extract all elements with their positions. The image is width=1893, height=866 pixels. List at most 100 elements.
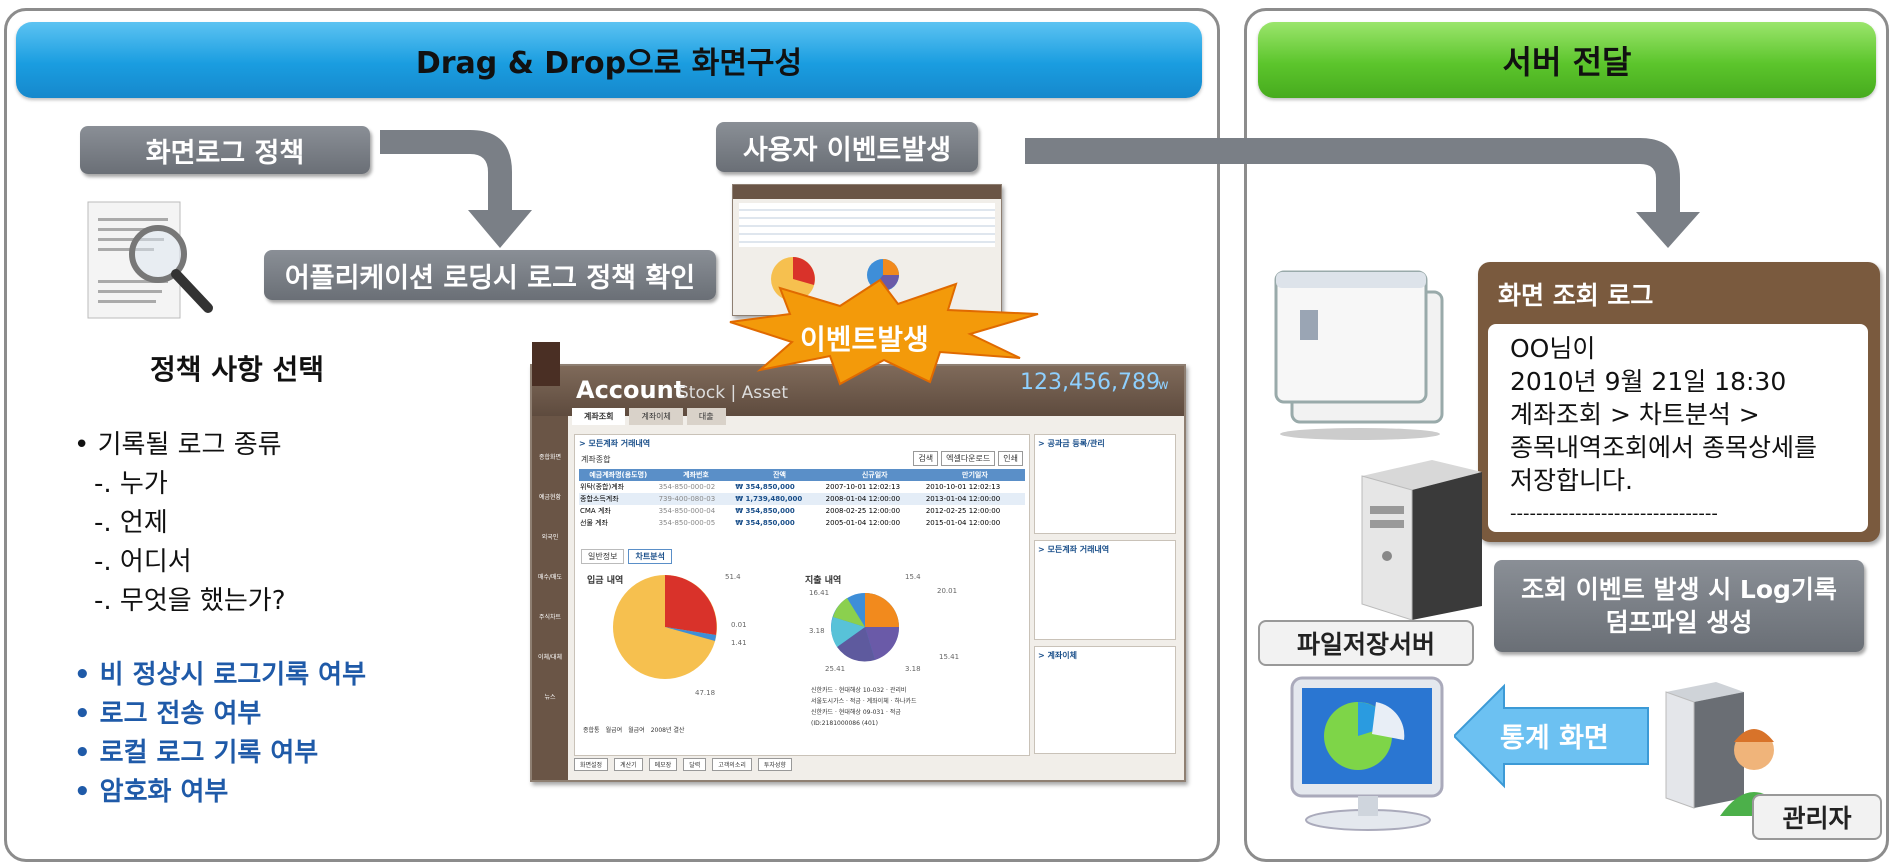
cell: 2013-01-04 12:00:00 (925, 495, 1001, 503)
cell: 선물 계좌 (580, 519, 608, 527)
toolbar-settings-button[interactable]: 화면설정 (574, 758, 609, 771)
cell: ₩ 354,850,000 (735, 519, 795, 527)
bullet-local-log: • 로컬 로그 기록 여부 (74, 738, 319, 768)
table-row[interactable]: 종합소득계좌 739-400-080-03 ₩ 1,739,480,000 2008-… (579, 493, 1025, 505)
section-all-history: > 모든계좌 거래내역 (1034, 540, 1176, 640)
dump-file-text: 조회 이벤트 발생 시 Log기록 덤프파일 생성 (1521, 575, 1837, 637)
toolbar-memo-button[interactable]: 메모장 (648, 758, 678, 771)
log-line: -------------------------------- (1510, 503, 1718, 524)
log-title: 화면 조회 로그 (1498, 281, 1654, 310)
app-loading-policy-box: 어플리케이션 로딩시 로그 정책 확인 (264, 250, 716, 300)
bullet-what: -. 무엇을 했는가? (94, 586, 286, 616)
cell: 2010-10-01 12:02:13 (925, 483, 1001, 491)
side-icon-chart[interactable]: 주식차트 (534, 588, 566, 628)
income-legend-item: 월급여 (628, 727, 645, 734)
print-button[interactable]: 인쇄 (998, 451, 1023, 466)
expense-label-2: 16.41 (809, 589, 829, 597)
log-line: 계좌조회 > 차트분석 > (1510, 400, 1760, 429)
bullet-log-type: • 기록될 로그 종류 (74, 430, 282, 460)
th-balance: 잔액 (773, 471, 786, 479)
tab-loan[interactable]: 대출 (686, 408, 726, 425)
income-label-3: 1.41 (731, 639, 747, 647)
account-window-tab (532, 342, 560, 386)
bullet-encryption: • 암호화 여부 (74, 777, 229, 807)
expense-label-7: 15.41 (939, 653, 959, 661)
th-number: 계좌번호 (683, 471, 709, 479)
stats-label: 통계 화면 (1500, 723, 1609, 754)
expense-label-4: 3.18 (809, 627, 825, 635)
cell: 2007-10-01 12:02:13 (825, 483, 901, 491)
log-content: OO님이 2010년 9월 21일 18:30 계좌조회 > 차트분석 > 종목… (1488, 324, 1868, 532)
toolbar-calculator-button[interactable]: 계산기 (614, 758, 643, 771)
toolbar-feedback-button[interactable]: 고객의소리 (712, 758, 752, 771)
side-icon-main[interactable]: 종합화면 (534, 428, 566, 468)
subtab-chart[interactable]: 차트분석 (628, 549, 672, 564)
subtab-general[interactable]: 일반정보 (581, 549, 625, 564)
toolbar-calendar-button[interactable]: 달력 (683, 758, 707, 771)
account-table: 예금계좌명(용도명) 계좌번호 잔액 신규일자 만기일자 위탁(종합)계좌 354… (579, 469, 1025, 529)
table-row[interactable]: 위탁(종합)계좌 354-850-000-02 ₩ 354,850,000 2007-… (579, 481, 1025, 493)
user-event-box: 사용자 이벤트발생 (716, 122, 978, 172)
expense-legend-item: 서울도시가스 (811, 698, 845, 705)
document-magnifier-icon (87, 201, 213, 319)
income-label-1: 51.4 (725, 573, 741, 581)
expense-legend-item: 현대해상 09-031 (838, 709, 885, 716)
table-row[interactable]: 선물 계좌 354-850-000-05 ₩ 354,850,000 2005-01-… (579, 517, 1025, 529)
tab-transfer[interactable]: 계좌이체 (629, 408, 683, 425)
expense-legend-item: 적금 (889, 709, 901, 716)
side-icon-trade[interactable]: 매수/매도 (534, 548, 566, 588)
income-legend-item: 2008년 결산 (650, 727, 685, 734)
account-screen: Account Stock | Asset 123,456,789 w 계좌조회… (530, 364, 1186, 782)
income-legend-item: 월급여 (605, 727, 623, 734)
expense-legend-item: 관리비 (889, 687, 907, 694)
income-label-2: 0.01 (731, 621, 747, 629)
server-arrow (1025, 138, 1700, 248)
log-line: 종목내역조회에서 종목상세를 (1510, 433, 1817, 462)
cell: 354-850-000-02 (658, 483, 716, 491)
bottom-toolbar: 화면설정 계산기 메모장 달력 고객의소리 투자성향 (574, 758, 792, 771)
expense-legend-item: 현대해상 10-032 (838, 687, 885, 694)
th-due-date: 만기일자 (962, 471, 988, 479)
cell: CMA 계좌 (580, 507, 611, 515)
cell: ₩ 354,850,000 (735, 507, 795, 515)
log-line: OO님이 (1510, 334, 1596, 363)
section-all-accounts: > 모든계좌 거래내역 (579, 439, 651, 448)
expense-legend-item: 적금 (849, 698, 861, 705)
file-server-icon (1361, 460, 1482, 621)
expense-legend-item: 하나카드 (894, 698, 917, 705)
log-line: 저장합니다. (1510, 466, 1633, 495)
bullet-when: -. 언제 (94, 508, 168, 538)
cell: 739-400-080-03 (658, 495, 716, 503)
side-icon-transfer[interactable]: 이체/대체 (534, 628, 566, 668)
tab-account-inquiry[interactable]: 계좌조회 (572, 408, 626, 425)
stats-monitor-icon (1290, 676, 1444, 831)
table-row[interactable]: CMA 계좌 354-850-000-04 ₩ 354,850,000 2008-02… (579, 505, 1025, 517)
cell: ₩ 1,739,480,000 (735, 495, 803, 503)
bullet-where: -. 어디서 (94, 547, 192, 577)
expense-legend-item: 신한카드 (811, 687, 834, 694)
cell: 위탁(종합)계좌 (580, 483, 625, 491)
policy-option-list: • 비 정상시 로그기록 여부 • 로그 전송 여부 • 로컬 로그 기록 여부… (74, 656, 366, 812)
income-pie-slice-2 (665, 575, 717, 635)
search-button[interactable]: 검색 (913, 451, 939, 466)
admin-label: 관리자 (1752, 794, 1882, 840)
side-icon-foreign[interactable]: 외국인 (534, 508, 566, 548)
account-amount-unit: w (1158, 378, 1169, 393)
screen-log-box: 화면 조회 로그 OO님이 2010년 9월 21일 18:30 계좌조회 > … (1478, 262, 1880, 542)
side-icon-news[interactable]: 뉴스 (534, 668, 566, 708)
log-line: 2010년 9월 21일 18:30 (1510, 367, 1787, 396)
bullet-log-transfer: • 로그 전송 여부 (74, 699, 262, 729)
income-legend: 종합통 월급여 월급여 2008년 결산 (583, 725, 684, 734)
income-legend-item: 종합통 (583, 727, 600, 734)
side-icon-deposit[interactable]: 예금현황 (534, 468, 566, 508)
screen-log-policy-box: 화면로그 정책 (80, 126, 370, 174)
expense-legend: 신한카드 · 현대해상 10-032 · 관리비 서울도시가스 · 적금 · 계… (811, 687, 917, 727)
cell: 2015-01-04 12:00:00 (925, 519, 1001, 527)
excel-download-button[interactable]: 엑셀다운로드 (941, 451, 996, 466)
th-open-date: 신규일자 (861, 471, 888, 479)
section-utility: > 공과금 등록/관리 (1034, 434, 1176, 534)
expense-label-1: 15.4 (905, 573, 921, 581)
account-title: Account (576, 376, 686, 404)
toolbar-invest-button[interactable]: 투자성향 (757, 758, 792, 771)
cell: 354-850-000-05 (658, 519, 716, 527)
